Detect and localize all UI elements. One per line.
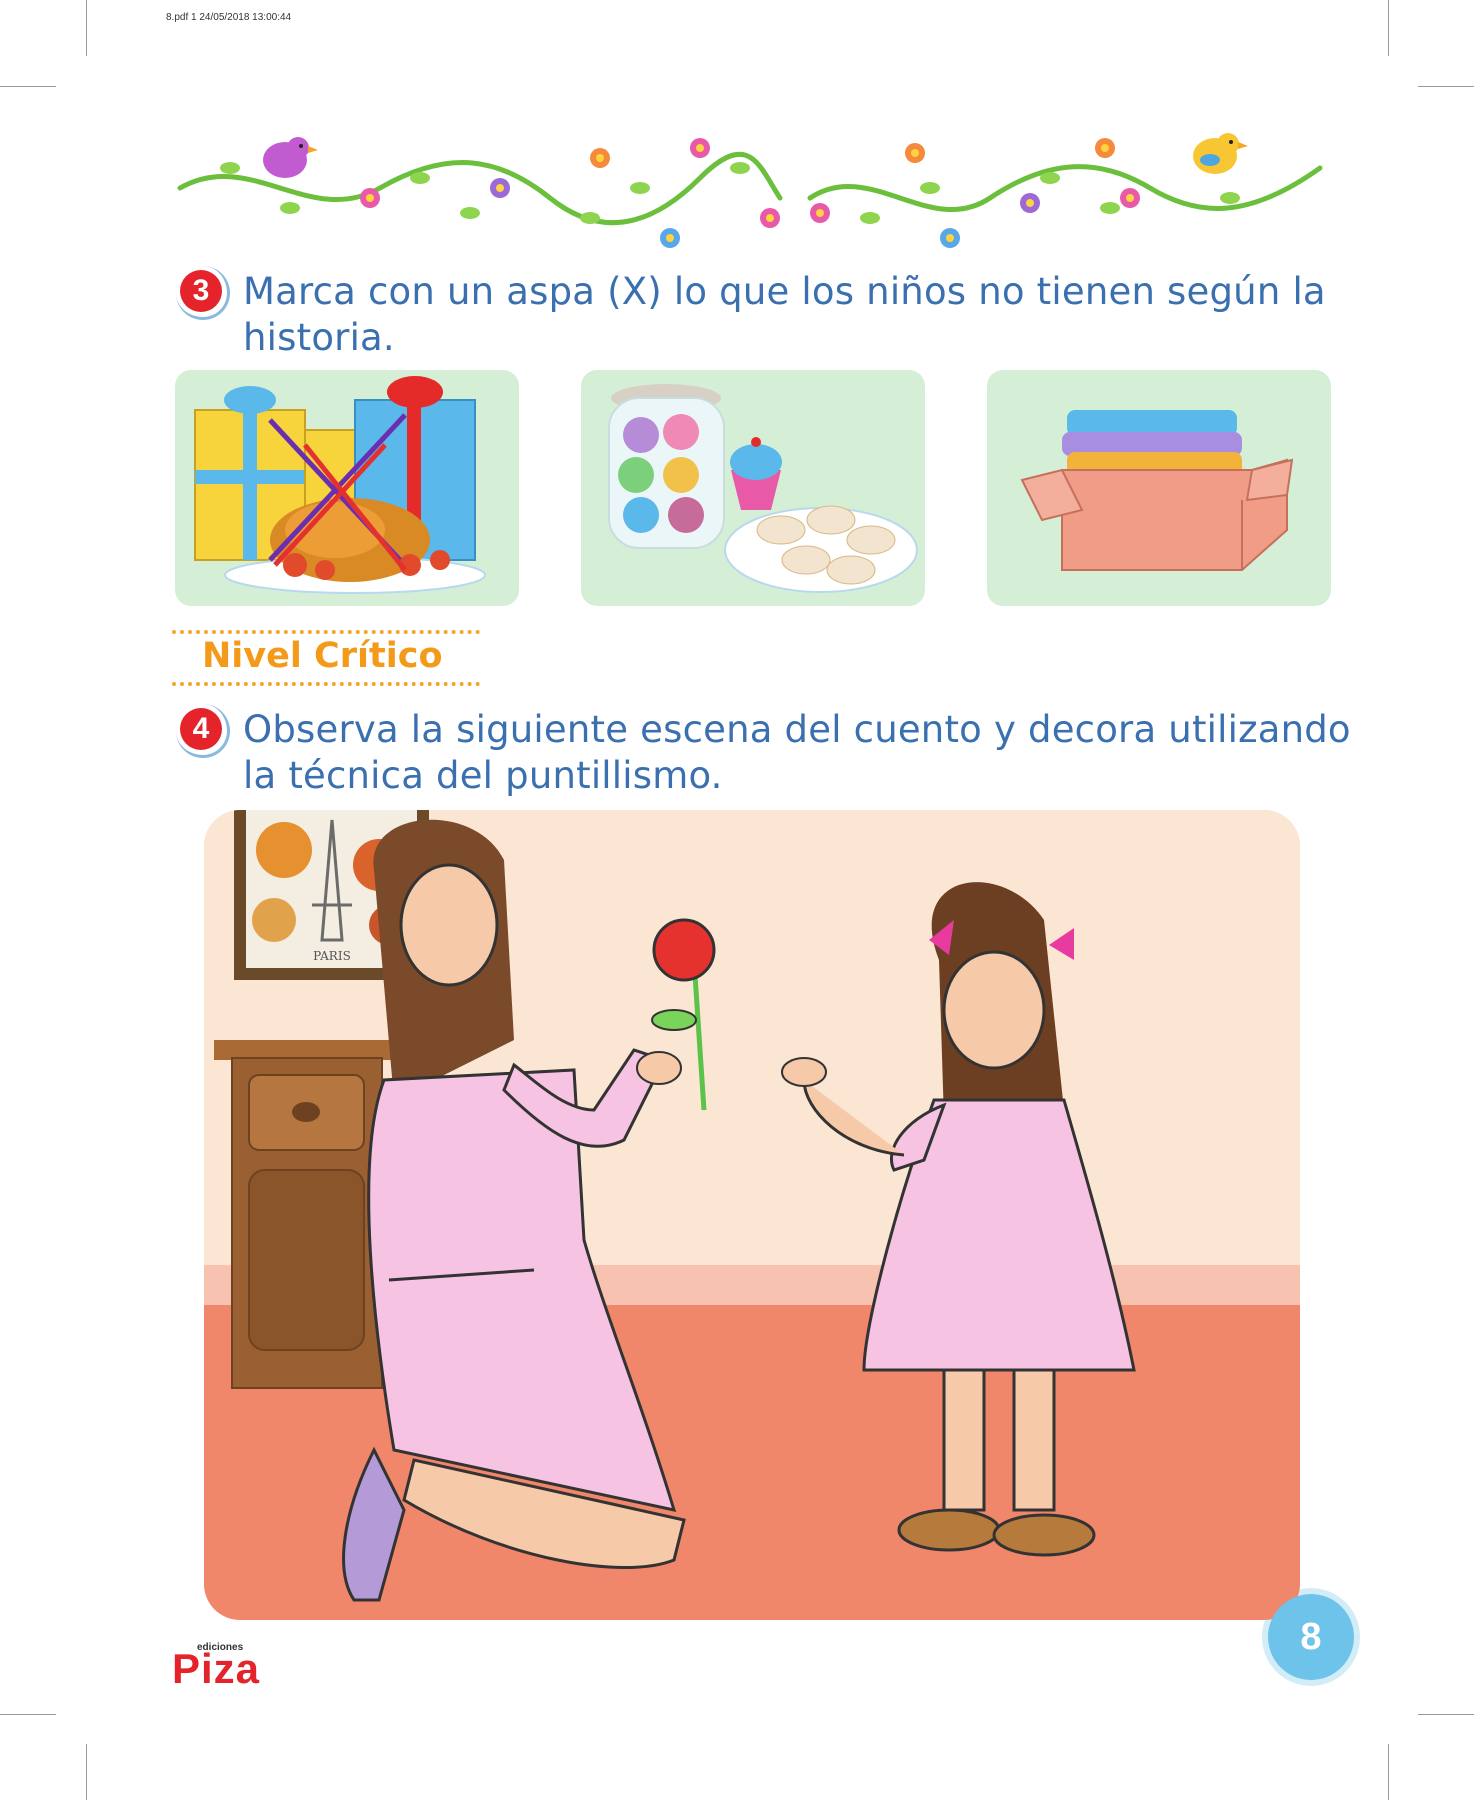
crop-mark [0,1714,56,1715]
option-gifts-turkey[interactable] [175,370,519,606]
print-header: 8.pdf 1 24/05/2018 13:00:44 [166,12,292,23]
crop-mark [1418,86,1474,87]
page-number: 8 [1262,1588,1360,1686]
exercise-number-badge: 3 [176,266,230,320]
crop-mark [0,86,56,87]
exercise3-instruction-line2: historia. [243,316,395,359]
crop-mark [1388,0,1389,56]
option-sweets[interactable] [581,370,925,606]
crop-mark [1418,1714,1474,1715]
exercise4-instruction-line1: Observa la siguiente escena del cuento y… [243,708,1351,751]
exercise4-instruction-line2: la técnica del puntillismo. [243,754,723,797]
mother-daughter-illustration: PARIS [204,810,1300,1620]
gifts-turkey-illustration [194,376,486,594]
crop-mark [86,1744,87,1800]
exercise3-instruction-line1: Marca con un aspa (X) lo que los niños n… [243,270,1326,313]
option-clothes-box[interactable] [987,370,1331,606]
crop-mark [1388,1744,1389,1800]
story-scene[interactable]: PARIS [204,810,1300,1620]
crop-mark [86,0,87,56]
section-divider-bottom [172,682,480,686]
section-title: Nivel Crítico [202,636,443,676]
brand-logo: Piza [172,1645,261,1692]
floral-vine-border [177,133,1323,248]
clothes-box-illustration [1020,410,1294,571]
exercise-number-badge: 4 [176,704,230,758]
poster-text: PARIS [313,949,351,963]
bird-icon [263,137,318,178]
sweets-illustration [608,384,918,593]
bird-icon [1193,133,1248,174]
section-divider-top [172,630,480,634]
